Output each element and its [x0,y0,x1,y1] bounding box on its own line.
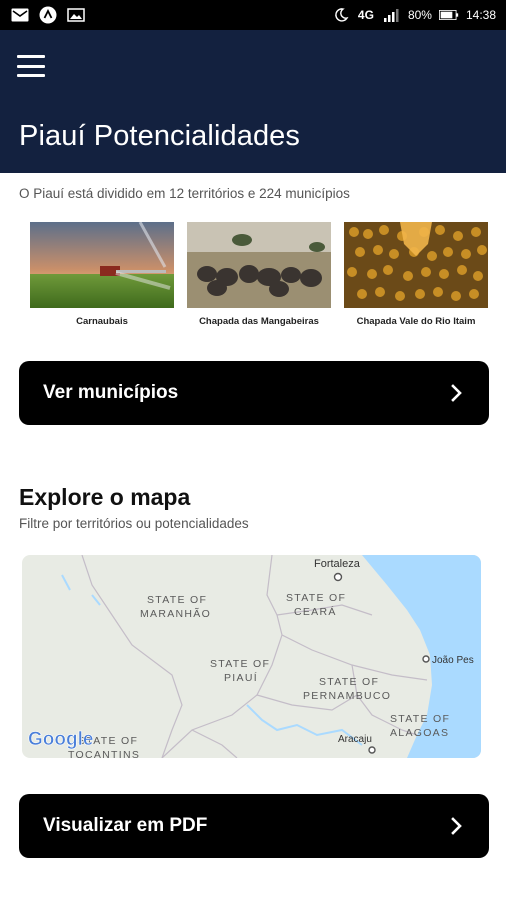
chevron-right-icon [451,817,462,835]
app-title: Piauí Potencialidades [19,120,301,152]
image-icon [66,6,86,24]
battery-icon [438,6,459,24]
battery-percent: 80% [407,8,432,22]
territory-image-carnaubais [30,222,174,308]
intro-text: O Piauí está dividido em 12 territórios … [19,186,350,201]
ver-municipios-button[interactable]: Ver municípios [19,361,489,425]
map-label-maranhao: MARANHÃO [140,607,211,620]
map-label-state: STATE OF [390,713,450,725]
territory-image-mangabeiras [187,222,331,308]
signal-icon [381,6,401,24]
app-notification-icon [38,6,58,24]
map-label-ceara: CEARÁ [294,605,337,618]
map-label-pernambuco: PERNAMBUCO [303,690,391,702]
menu-icon[interactable] [17,55,45,77]
map-label-piaui: PIAUÍ [224,671,258,684]
gmail-icon [10,6,30,24]
map-label-aracaju: Aracaju [338,734,372,745]
explore-title: Explore o mapa [19,484,191,510]
network-type: 4G [357,8,374,22]
map-label-state: STATE OF [210,658,270,670]
ver-municipios-label: Ver municípios [43,382,179,403]
map-label-alagoas: ALAGOAS [390,727,449,739]
explore-subtitle: Filtre por territórios ou potencialidade… [19,516,249,531]
visualizar-pdf-label: Visualizar em PDF [43,815,208,836]
clock: 14:38 [465,8,496,22]
map-label-state: STATE OF [319,676,379,688]
map-label-state: STATE OF [147,594,207,606]
do-not-disturb-icon [331,6,351,24]
status-bar: 4G 80% 14:38 [0,0,506,30]
chevron-right-icon [451,384,462,402]
territory-carousel[interactable]: Carnaubais Chapada das Mangabeiras Chapa… [30,222,506,332]
map-label-joao-pessoa: João Pes [432,655,474,666]
territory-label: Chapada Vale do Rio Itaim [356,316,476,327]
territory-label: Carnaubais [76,316,128,327]
google-logo: Google [28,729,93,750]
visualizar-pdf-button[interactable]: Visualizar em PDF [19,794,489,858]
app-bar: Piauí Potencialidades [0,30,506,173]
territory-image-rio-itaim [344,222,488,308]
map-label-fortaleza: Fortaleza [314,558,361,570]
map-view[interactable]: Fortaleza STATE OF MARANHÃO STATE OF CEA… [22,555,481,758]
territory-label: Chapada das Mangabeiras [199,316,319,327]
map-label-tocantins: TOCANTINS [68,749,140,758]
territory-card[interactable]: Carnaubais [30,222,174,332]
territory-card[interactable]: Chapada Vale do Rio Itaim [344,222,488,332]
territory-card[interactable]: Chapada das Mangabeiras [187,222,331,332]
map-label-state: STATE OF [286,592,346,604]
